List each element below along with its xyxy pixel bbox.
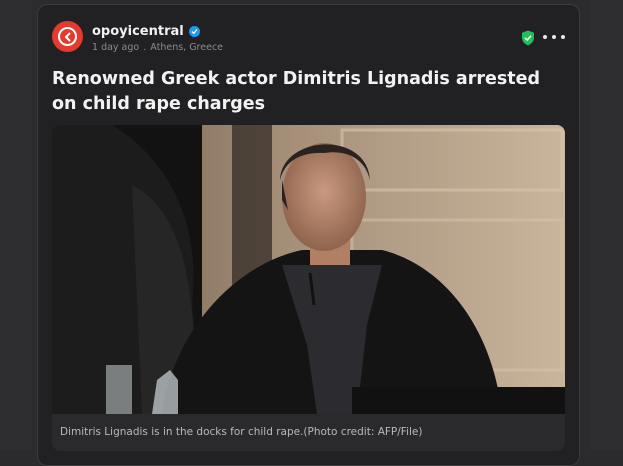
more-dot <box>543 35 547 39</box>
post-header: opoyicentral 1 day ago . Athens, Greece <box>52 21 565 61</box>
photo-caption: Dimitris Lignadis is in the docks for ch… <box>52 414 565 451</box>
background-right <box>591 0 623 450</box>
more-dot <box>561 35 565 39</box>
post-meta: 1 day ago . Athens, Greece <box>92 42 223 53</box>
username[interactable]: opoyicentral <box>92 24 184 39</box>
meta-separator: . <box>143 42 147 53</box>
post-title[interactable]: Renowned Greek actor Dimitris Lignadis a… <box>52 67 552 117</box>
verified-badge-icon <box>188 26 200 37</box>
shield-check-icon[interactable] <box>521 30 535 46</box>
logo-icon <box>58 27 77 46</box>
avatar[interactable] <box>52 21 83 52</box>
background-left <box>0 0 32 450</box>
more-options-icon[interactable] <box>543 27 565 47</box>
post-media[interactable]: Dimitris Lignadis is in the docks for ch… <box>52 125 565 451</box>
post-time: 1 day ago <box>92 42 140 53</box>
post-location: Athens, Greece <box>150 42 224 53</box>
post-card: opoyicentral 1 day ago . Athens, Greece … <box>37 4 580 466</box>
more-dot <box>552 35 556 39</box>
post-photo <box>52 125 565 414</box>
author-row: opoyicentral <box>92 24 200 39</box>
